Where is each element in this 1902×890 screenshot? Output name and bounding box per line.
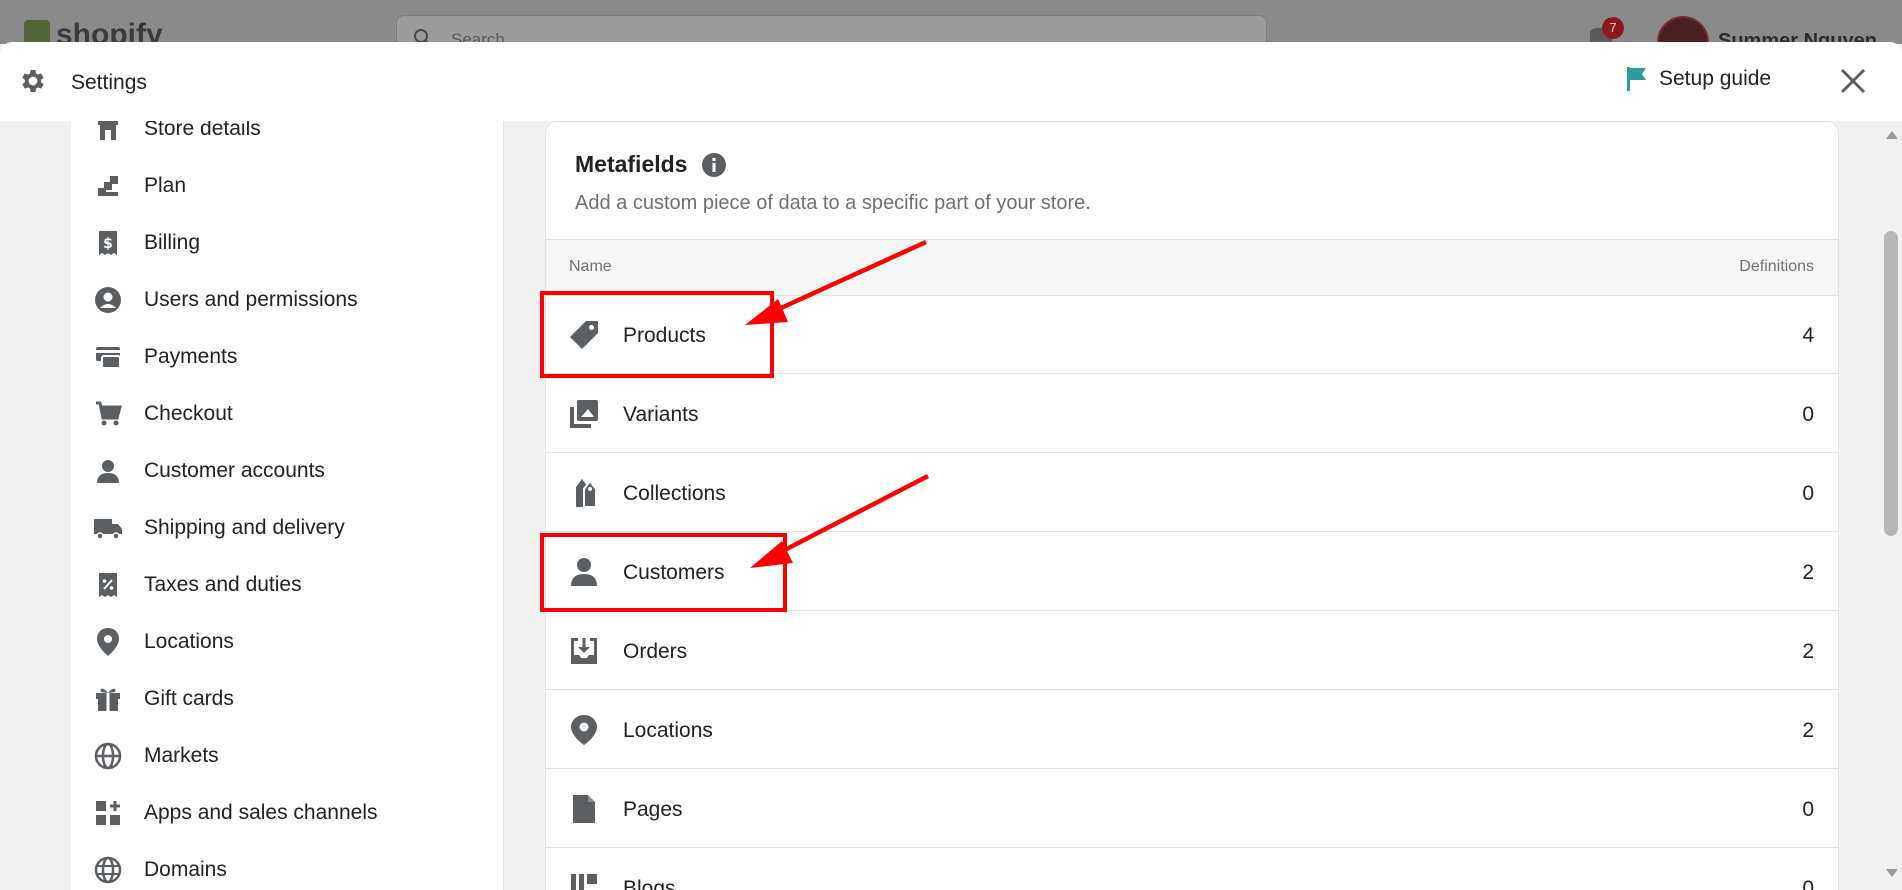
store-icon (93, 121, 123, 144)
global-search-input: Search (396, 15, 1267, 44)
location-pin-icon (93, 627, 123, 657)
table-row-blogs[interactable]: Blogs 0 (546, 848, 1838, 890)
blog-icon (571, 874, 597, 890)
collections-icon (576, 479, 597, 508)
row-count: 2 (1802, 719, 1814, 742)
page-scrollbar[interactable] (1880, 121, 1902, 890)
scroll-down-arrow-icon[interactable] (1886, 869, 1898, 877)
notification-badge: 7 (1602, 17, 1624, 39)
gear-icon (22, 70, 44, 92)
row-count: 2 (1802, 561, 1814, 584)
svg-text:$: $ (103, 236, 113, 252)
table-row-locations[interactable]: Locations 2 (546, 690, 1838, 769)
row-name: Blogs (623, 877, 676, 890)
info-icon[interactable] (701, 152, 727, 178)
highlight-box-products (540, 291, 774, 378)
sidebar-item-shipping-and-delivery[interactable]: Shipping and delivery (93, 508, 345, 548)
person-icon (93, 456, 123, 486)
close-icon[interactable] (1836, 64, 1870, 98)
apps-icon (93, 798, 123, 828)
sidebar-item-domains[interactable]: Domains (93, 850, 227, 890)
scrollbar-thumb[interactable] (1884, 231, 1898, 536)
row-name: Variants (623, 403, 699, 426)
metafields-title: Metafields (575, 151, 727, 178)
column-header-name: Name (569, 258, 612, 275)
variants-icon (570, 400, 598, 428)
dimmed-admin-backdrop: shopify Search 7 Summer Nguyen (0, 0, 1902, 44)
row-count: 0 (1802, 482, 1814, 505)
sidebar-item-billing[interactable]: $ Billing (93, 223, 200, 263)
sidebar-item-markets[interactable]: Markets (93, 736, 219, 776)
sidebar-item-gift-cards[interactable]: Gift cards (93, 679, 234, 719)
settings-content: Store details Plan $ Billing Users and p… (0, 121, 1902, 890)
settings-sidebar: Store details Plan $ Billing Users and p… (71, 121, 504, 890)
sidebar-item-payments[interactable]: Payments (93, 337, 237, 377)
metafields-card: Metafields Add a custom piece of data to… (545, 121, 1839, 890)
table-row-variants[interactable]: Variants 0 (546, 374, 1838, 453)
settings-modal-header: Settings Setup guide (0, 42, 1902, 122)
setup-guide-button[interactable]: Setup guide (1625, 66, 1771, 92)
tax-receipt-icon (93, 570, 123, 600)
row-name: Locations (623, 719, 713, 742)
avatar (1657, 16, 1709, 44)
table-header: Name Definitions (546, 239, 1838, 296)
page-title: Settings (71, 71, 147, 94)
sidebar-item-store-details[interactable]: Store details (93, 121, 261, 149)
shopify-bag-icon (24, 20, 50, 44)
user-circle-icon (93, 285, 123, 315)
shopify-logo: shopify (24, 18, 163, 44)
cart-icon (93, 399, 123, 429)
sidebar-item-apps-and-sales-channels[interactable]: Apps and sales channels (93, 793, 378, 833)
row-count: 0 (1802, 877, 1814, 890)
sidebar-item-plan[interactable]: Plan (93, 166, 186, 206)
globe-icon (93, 741, 123, 771)
sidebar-item-checkout[interactable]: Checkout (93, 394, 233, 434)
truck-icon (93, 513, 123, 543)
setup-guide-label: Setup guide (1659, 67, 1772, 90)
sidebar-item-taxes-and-duties[interactable]: Taxes and duties (93, 565, 302, 605)
column-header-definitions: Definitions (1739, 258, 1814, 275)
billing-icon: $ (93, 228, 123, 258)
sidebar-item-customer-accounts[interactable]: Customer accounts (93, 451, 325, 491)
gift-icon (93, 684, 123, 714)
page-icon (573, 795, 595, 823)
location-pin-icon (571, 715, 597, 745)
metafields-description: Add a custom piece of data to a specific… (575, 192, 1091, 214)
row-count: 4 (1802, 324, 1814, 347)
orders-inbox-icon (571, 638, 597, 664)
sidebar-item-locations[interactable]: Locations (93, 622, 234, 662)
table-row-pages[interactable]: Pages 0 (546, 769, 1838, 848)
row-count: 0 (1802, 798, 1814, 821)
row-count: 2 (1802, 640, 1814, 663)
table-row-orders[interactable]: Orders 2 (546, 611, 1838, 690)
row-name: Orders (623, 640, 688, 663)
payments-icon (93, 342, 123, 372)
plan-icon (93, 171, 123, 201)
row-name: Pages (623, 798, 683, 821)
highlight-box-customers (540, 533, 787, 612)
row-name: Collections (623, 482, 726, 505)
scroll-up-arrow-icon[interactable] (1886, 131, 1898, 139)
domain-globe-icon (93, 855, 123, 885)
flag-icon (1627, 67, 1646, 91)
table-row-collections[interactable]: Collections 0 (546, 453, 1838, 532)
row-count: 0 (1802, 403, 1814, 426)
sidebar-item-users-and-permissions[interactable]: Users and permissions (93, 280, 358, 320)
